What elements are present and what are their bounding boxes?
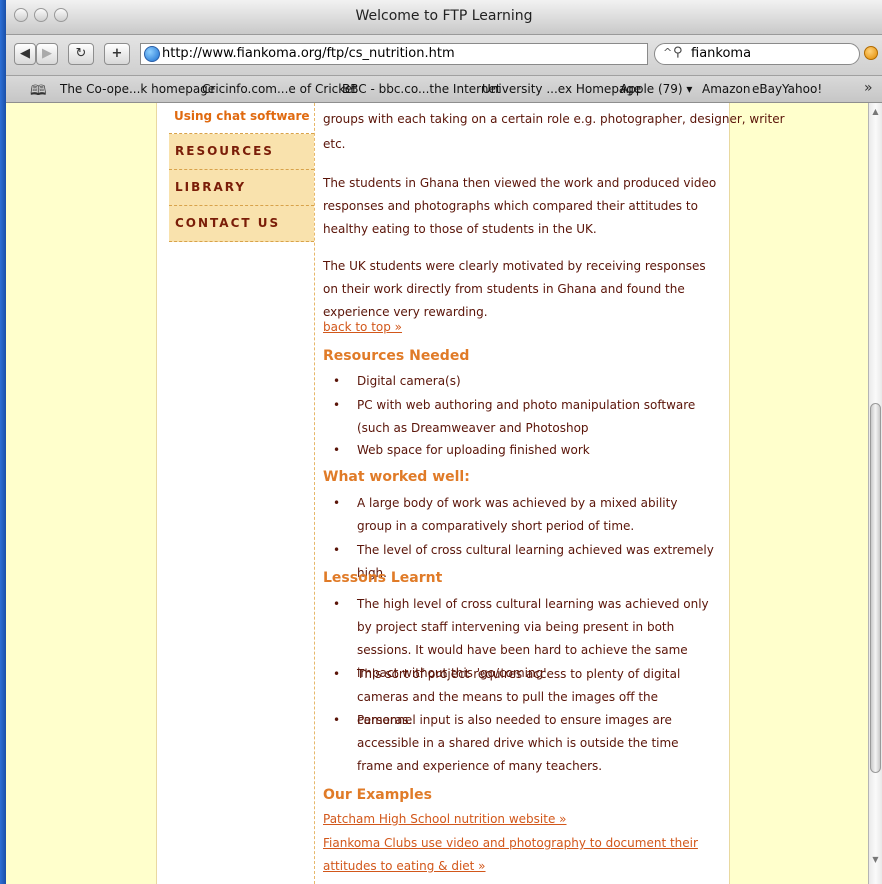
bookmark-item[interactable]: University ...ex Homepage <box>482 82 641 96</box>
search-input-text: fiankoma <box>691 46 752 61</box>
scroll-up-arrow-icon[interactable]: ▲ <box>869 107 882 119</box>
bookmark-item[interactable]: eBay <box>752 82 782 96</box>
chevron-up-icon: ^ <box>663 46 673 59</box>
example-link-patcham[interactable]: Patcham High School nutrition website » <box>323 812 567 826</box>
add-bookmark-button[interactable]: + <box>104 43 130 65</box>
nav-item-library[interactable]: LIBRARY <box>169 170 314 206</box>
bookmarks-bar: 🕮 The Co-ope...k homepage Cricinfo.com..… <box>6 76 882 103</box>
example-link[interactable]: Fiankoma Clubs use video and photography… <box>323 832 717 878</box>
intro-text: etc. <box>323 137 346 151</box>
bookmark-item[interactable]: Apple (79) ▾ <box>620 82 692 96</box>
globe-icon <box>144 46 160 62</box>
intro-text: groups with each taking on a certain rol… <box>323 112 785 126</box>
example-link-fiankoma-clubs[interactable]: Fiankoma Clubs use video and photography… <box>323 836 698 873</box>
forward-button[interactable]: ▶ <box>36 43 58 65</box>
reload-icon: ↻ <box>75 46 87 61</box>
nav-item-resources[interactable]: RESOURCES <box>169 134 314 170</box>
window-title: Welcome to FTP Learning <box>355 8 533 24</box>
back-arrow-icon: ◀ <box>20 46 30 61</box>
scroll-thumb[interactable] <box>870 403 881 773</box>
scroll-down-arrow-icon[interactable]: ▼ <box>869 855 882 867</box>
nav-item-contact-us[interactable]: CONTACT US <box>169 206 314 242</box>
book-icon[interactable]: 🕮 <box>30 80 47 104</box>
back-to-top-link-text[interactable]: back to top » <box>323 320 402 334</box>
worked-heading: What worked well: <box>323 469 470 485</box>
back-button[interactable]: ◀ <box>14 43 36 65</box>
vertical-scrollbar[interactable]: ▲ ▼ <box>868 103 882 884</box>
bookmark-item[interactable]: Yahoo! <box>782 82 822 96</box>
paragraph: The students in Ghana then viewed the wo… <box>323 176 717 236</box>
list-item: Web space for uploading finished work <box>333 439 715 462</box>
forward-arrow-icon: ▶ <box>42 46 52 61</box>
resources-heading: Resources Needed <box>323 348 470 364</box>
toolbar: ◀ ▶ ↻ + http://www.fiankoma.org/ftp/cs_n… <box>6 35 882 76</box>
bookmark-item[interactable]: Amazon <box>702 82 751 96</box>
browser-window: Welcome to FTP Learning ◀ ▶ ↻ + http://w… <box>6 0 882 884</box>
reload-button[interactable]: ↻ <box>68 43 94 65</box>
list-item: PC with web authoring and photo manipula… <box>333 394 715 440</box>
example-link[interactable]: Patcham High School nutrition website » <box>323 808 717 831</box>
address-bar-text: http://www.fiankoma.org/ftp/cs_nutrition… <box>162 46 455 61</box>
list-item: Personnel input is also needed to ensure… <box>333 709 715 778</box>
chevron-right-icon[interactable]: » <box>864 80 873 96</box>
search-field[interactable]: ^ ⚲ fiankoma <box>654 43 860 65</box>
bookmark-item[interactable]: Cricinfo.com...e of Cricket <box>202 82 357 96</box>
title-bar: Welcome to FTP Learning <box>6 0 882 35</box>
examples-heading: Our Examples <box>323 787 432 803</box>
page-viewport: Using chat software RESOURCES LIBRARY CO… <box>6 103 868 884</box>
back-to-top-link[interactable]: back to top » <box>323 316 717 339</box>
snapback-button[interactable] <box>864 46 878 60</box>
paragraph: The UK students were clearly motivated b… <box>323 259 706 319</box>
nav-current-item[interactable]: Using chat software <box>174 109 310 123</box>
search-icon: ⚲ <box>673 45 683 60</box>
lessons-heading: Lessons Learnt <box>323 570 443 586</box>
content-divider <box>314 103 315 884</box>
list-item: Digital camera(s) <box>333 370 715 393</box>
bookmark-item[interactable]: The Co-ope...k homepage <box>60 82 215 96</box>
address-bar[interactable]: http://www.fiankoma.org/ftp/cs_nutrition… <box>140 43 648 65</box>
list-item: A large body of work was achieved by a m… <box>333 492 715 538</box>
bookmark-item[interactable]: BBC - bbc.co...the Internet <box>342 82 501 96</box>
